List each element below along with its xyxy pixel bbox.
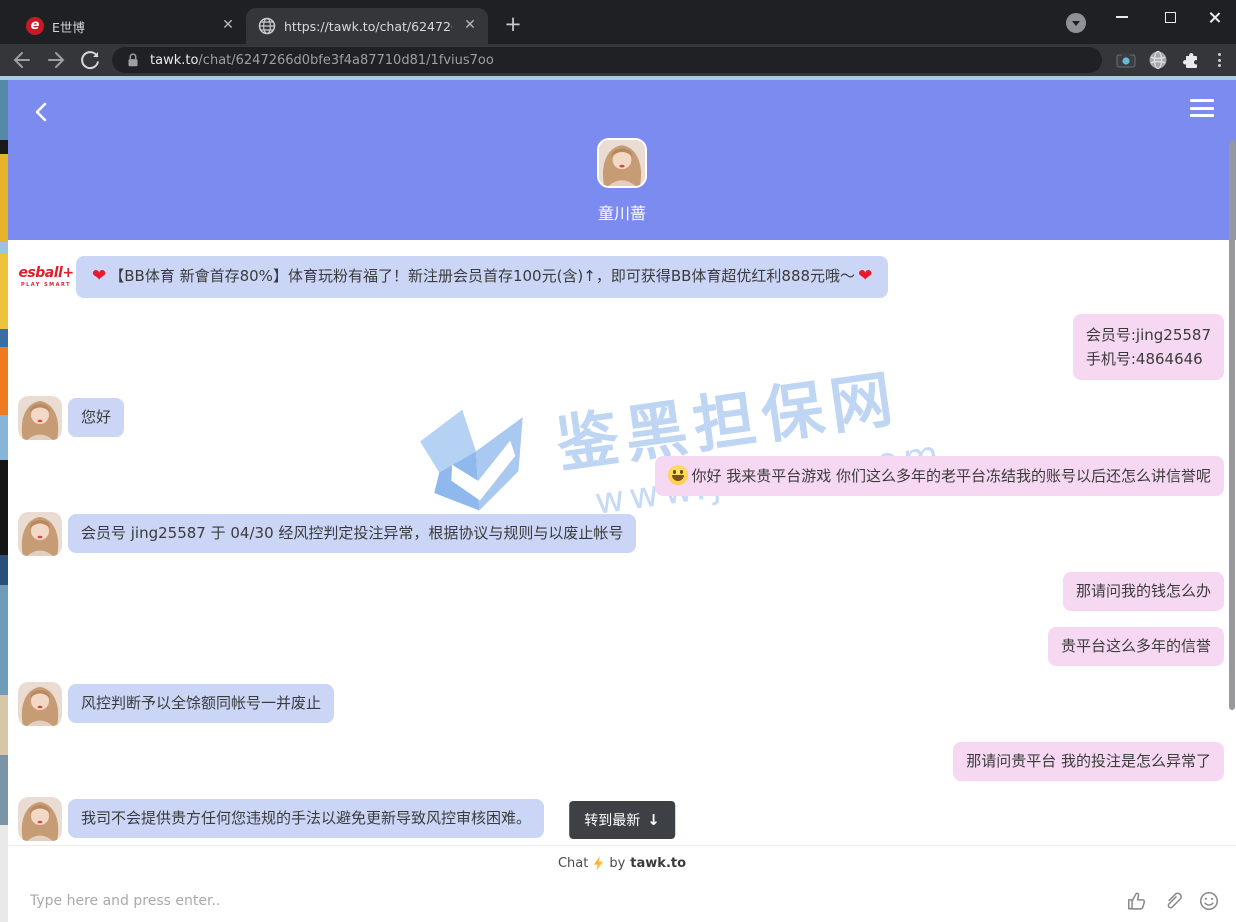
- tawkto-branding: Chat by tawk.to: [8, 845, 1236, 880]
- agent-avatar: [597, 138, 647, 188]
- tab-close-icon[interactable]: ✕: [220, 18, 236, 34]
- agent-avatar: [18, 396, 62, 440]
- agent-message-bubble: 您好: [68, 398, 124, 437]
- agent-avatar: [18, 512, 62, 556]
- branding-by-label: by: [609, 856, 625, 871]
- window-minimize-button[interactable]: [1100, 0, 1144, 34]
- address-bar[interactable]: tawk.to/chat/6247266d0bfe3f4a87710d81/1f…: [112, 47, 1102, 73]
- new-tab-button[interactable]: +: [500, 12, 526, 38]
- message-text: 贵平台这么多年的信誉: [1061, 637, 1211, 655]
- message-text: 会员号 jing25587 于 04/30 经风控判定投注异常，根据协议与规则与…: [81, 524, 623, 542]
- message-text: 那请问我的钱怎么办: [1076, 582, 1211, 600]
- esball-logo: esball+PLAY SMART: [18, 265, 74, 288]
- esball-brand-text: esball+: [18, 265, 73, 281]
- agent-message-bubble: 我司不会提供贵方任何您违规的手法以避免更新导致风控审核困难。: [68, 799, 544, 838]
- message-text: 那请问贵平台 我的投注是怎么异常了: [966, 752, 1211, 770]
- visitor-message-bubble: 会员号:jing25587手机号:4864646: [1073, 314, 1224, 380]
- message-input[interactable]: [8, 893, 1088, 909]
- window-maximize-button[interactable]: [1148, 0, 1192, 34]
- scroll-to-latest-label: 转到最新: [584, 810, 640, 830]
- chat-back-button[interactable]: [28, 98, 56, 126]
- url-path: /chat/6247266d0bfe3f4a87710d81/1fvius7oo: [198, 53, 493, 68]
- agent-avatar: [18, 682, 62, 726]
- branding-brand-label[interactable]: tawk.to: [630, 856, 686, 871]
- message-text-line: 手机号:4864646: [1086, 347, 1211, 371]
- screenshot-extension-icon[interactable]: [1114, 48, 1138, 72]
- emoji-picker-icon[interactable]: [1198, 890, 1220, 912]
- agent-message-bubble: 会员号 jing25587 于 04/30 经风控判定投注异常，根据协议与规则与…: [68, 514, 636, 553]
- window-close-button[interactable]: [1192, 0, 1236, 34]
- message-row: 会员号:jing25587手机号:4864646: [8, 314, 1236, 380]
- url-host: tawk.to: [150, 53, 198, 68]
- message-row: 那请问我的钱怎么办: [8, 572, 1236, 611]
- attachment-icon[interactable]: [1162, 890, 1184, 912]
- composer: [8, 880, 1236, 922]
- browser-titlebar: e E世博 ✕ https://tawk.to/chat/6247266d ✕ …: [0, 0, 1236, 44]
- page-content: 童川蔷 鉴黑担保网 www.jhdb8.com esball+PLAY SMAR…: [0, 76, 1236, 922]
- tawkto-chat-widget: 童川蔷 鉴黑担保网 www.jhdb8.com esball+PLAY SMAR…: [8, 80, 1236, 922]
- agent-name: 童川蔷: [598, 200, 646, 224]
- caret-down-icon: [1072, 21, 1080, 26]
- browser-toolbar: tawk.to/chat/6247266d0bfe3f4a87710d81/1f…: [0, 44, 1236, 76]
- tab-title: E世博: [52, 17, 210, 36]
- message-text-line: 会员号:jing25587: [1086, 323, 1211, 347]
- arrow-down-icon: ↓: [647, 811, 660, 829]
- agent-avatar: [18, 797, 62, 841]
- message-row: 贵平台这么多年的信誉: [8, 627, 1236, 666]
- browser-menu-button[interactable]: [1210, 48, 1228, 72]
- visitor-message-bubble: 你好 我来贵平台游戏 你们这么多年的老平台冻结我的账号以后还怎么讲信誉呢: [655, 456, 1224, 496]
- reload-button[interactable]: [78, 48, 102, 72]
- globe-extension-icon[interactable]: [1146, 48, 1170, 72]
- chat-menu-icon[interactable]: [1190, 99, 1214, 117]
- message-text: 你好 我来贵平台游戏 你们这么多年的老平台冻结我的账号以后还怎么讲信誉呢: [691, 467, 1211, 485]
- visitor-message-bubble: 那请问我的钱怎么办: [1063, 572, 1224, 611]
- message-list: 鉴黑担保网 www.jhdb8.com esball+PLAY SMART❤【B…: [8, 240, 1236, 845]
- esball-favicon-icon: e: [26, 17, 44, 35]
- heart-icon: ❤: [92, 266, 106, 286]
- message-text: 您好: [81, 408, 111, 426]
- extensions-puzzle-icon[interactable]: [1178, 48, 1202, 72]
- tab-tawkto[interactable]: https://tawk.to/chat/6247266d ✕: [246, 8, 488, 44]
- tab-close-icon[interactable]: ✕: [462, 18, 478, 34]
- grinning-emoji-icon: [668, 465, 688, 485]
- back-button[interactable]: [10, 48, 34, 72]
- branding-chat-label: Chat: [558, 856, 588, 871]
- thumbs-up-icon[interactable]: [1126, 890, 1148, 912]
- message-row: 风控判断予以全馀额同帐号一并废止: [8, 682, 1236, 726]
- chat-header: 童川蔷: [8, 80, 1236, 240]
- message-text: 我司不会提供贵方任何您违规的手法以避免更新导致风控审核困难。: [81, 809, 531, 827]
- visitor-message-bubble: 贵平台这么多年的信誉: [1048, 627, 1224, 666]
- message-text: 风控判断予以全馀额同帐号一并废止: [81, 694, 321, 712]
- page-scrollbar[interactable]: [1229, 140, 1235, 710]
- agent-message-bubble: 风控判断予以全馀额同帐号一并废止: [68, 684, 334, 723]
- lock-icon: [124, 50, 142, 70]
- globe-favicon-icon: [258, 17, 276, 35]
- message-row: 你好 我来贵平台游戏 你们这么多年的老平台冻结我的账号以后还怎么讲信誉呢: [8, 456, 1236, 496]
- scroll-to-latest-button[interactable]: 转到最新 ↓: [569, 801, 675, 839]
- agent-message-bubble: ❤【BB体育 新會首存80%】体育玩粉有福了！新注册会员首存100元(含)↑，即…: [76, 256, 888, 298]
- heart-icon: ❤: [858, 266, 872, 286]
- esball-tagline-text: PLAY SMART: [21, 282, 71, 288]
- message-row: esball+PLAY SMART❤【BB体育 新會首存80%】体育玩粉有福了！…: [8, 256, 1236, 298]
- tab-esball[interactable]: e E世博 ✕: [14, 8, 246, 44]
- tab-title: https://tawk.to/chat/6247266d: [284, 19, 452, 34]
- lightning-bolt-icon: [593, 856, 604, 871]
- visitor-message-bubble: 那请问贵平台 我的投注是怎么异常了: [953, 742, 1224, 781]
- message-row: 您好: [8, 396, 1236, 440]
- background-page-strip: [0, 80, 8, 922]
- forward-button[interactable]: [44, 48, 68, 72]
- message-text: 【BB体育 新會首存80%】体育玩粉有福了！新注册会员首存100元(含)↑，即可…: [109, 267, 855, 285]
- message-row: 那请问贵平台 我的投注是怎么异常了: [8, 742, 1236, 781]
- message-row: 会员号 jing25587 于 04/30 经风控判定投注异常，根据协议与规则与…: [8, 512, 1236, 556]
- tab-search-button[interactable]: [1066, 13, 1086, 33]
